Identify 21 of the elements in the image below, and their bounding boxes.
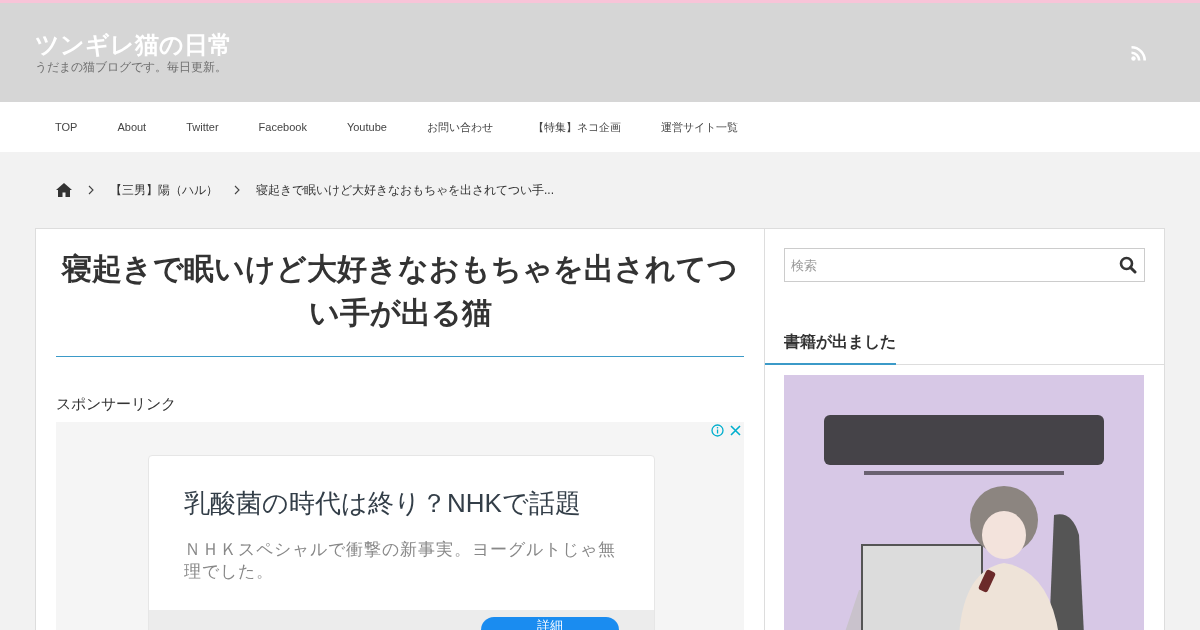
widget-title: 書籍が出ました [765,330,897,365]
ad-headline[interactable]: 乳酸菌の時代は終り？NHKで話題 [184,483,619,523]
nav-link[interactable]: 運営サイト一覧 [640,118,758,136]
site-tagline: うだまの猫ブログです。毎日更新。 [35,60,228,75]
nav-link[interactable]: お問い合わせ [406,118,513,136]
home-icon[interactable] [56,183,72,197]
breadcrumb-item: 寝起きで眠いけど大好きなおもちゃを出されてつい手... [256,182,554,199]
nav-link[interactable]: Youtube [326,118,407,136]
breadcrumb-item[interactable]: 【三男】陽（ハル） [110,181,218,199]
search-field[interactable]: 検索 [784,248,1145,282]
chevron-icon [88,185,94,195]
ad-description: ＮＨＫスペシャルで衝撃の新事実。ヨーグルトじゃ無理でした。 [184,538,617,583]
search-icon[interactable] [1119,256,1137,274]
nav-link[interactable]: Facebook [238,118,327,136]
nav-link[interactable]: TOP [35,118,98,136]
chevron-icon [234,185,240,195]
sponsor-label: スポンサーリンク [56,394,177,414]
article-title: 寝起きで眠いけど大好きなおもちゃを出されてつい手が出る猫 [60,251,740,331]
nav-link[interactable]: About [97,118,167,136]
nav-link[interactable]: Twitter [166,118,239,136]
nav-link[interactable]: 【特集】ネコ企画 [512,118,641,136]
